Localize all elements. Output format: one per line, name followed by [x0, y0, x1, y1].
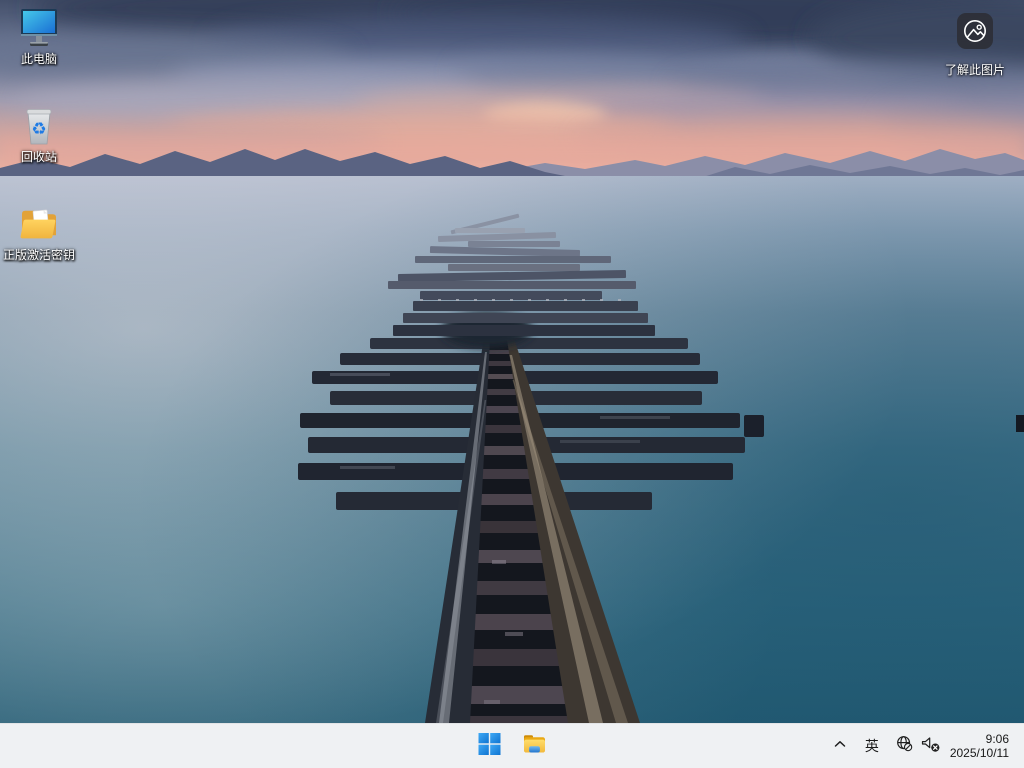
show-hidden-icons-button[interactable]	[832, 737, 848, 756]
system-tray: 英	[832, 724, 1024, 768]
computer-monitor-icon	[15, 5, 63, 51]
globe-no-internet-icon	[896, 735, 913, 757]
recycle-bin-icon: ♻	[15, 103, 63, 149]
ime-language-text: 英	[865, 738, 879, 754]
clock-date: 2025/10/11	[950, 746, 1009, 761]
file-explorer-button[interactable]	[523, 734, 547, 758]
spotlight-widget[interactable]: 了解此图片	[939, 10, 1011, 78]
ime-language-indicator[interactable]: 英	[864, 738, 880, 754]
network-status-button[interactable]	[896, 735, 913, 757]
picture-icon[interactable]	[957, 13, 993, 49]
desktop-icon-activation-key-folder[interactable]: 正版激活密钥	[1, 201, 77, 262]
start-button[interactable]	[478, 734, 502, 758]
windows-start-icon	[478, 732, 502, 761]
spotlight-label: 了解此图片	[945, 61, 1005, 78]
sunset-clouds	[0, 0, 1024, 162]
chevron-up-icon	[832, 737, 848, 756]
taskbar-clock[interactable]: 9:06 2025/10/11	[950, 732, 1009, 761]
volume-button[interactable]	[920, 735, 942, 758]
desktop-icon-label: 回收站	[21, 150, 57, 164]
desktop-icon-this-pc[interactable]: 此电脑	[1, 5, 77, 66]
folder-icon	[15, 201, 63, 247]
volume-muted-icon	[920, 735, 942, 758]
desktop: 此电脑 ♻ 回收站	[0, 0, 1024, 768]
file-explorer-icon	[523, 732, 547, 761]
taskbar: 英	[0, 723, 1024, 768]
clock-time: 9:06	[950, 732, 1009, 747]
desktop-icon-label: 此电脑	[21, 52, 57, 66]
desktop-icon-label: 正版激活密钥	[3, 248, 75, 262]
svg-text:♻: ♻	[31, 120, 46, 139]
desktop-icon-recycle-bin[interactable]: ♻ 回收站	[1, 103, 77, 164]
wallpaper-image	[0, 0, 1024, 723]
